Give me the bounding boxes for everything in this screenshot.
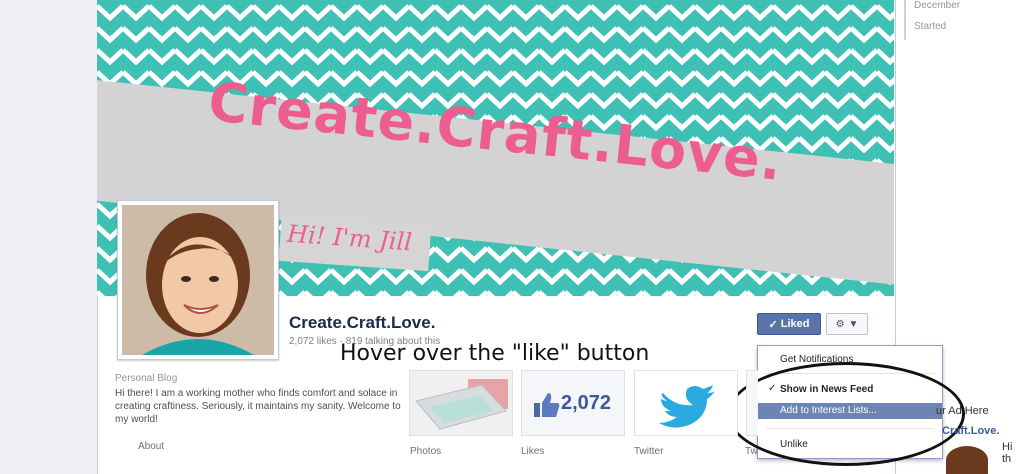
photo-thumbnail <box>410 371 512 435</box>
timeline-bar <box>904 0 906 40</box>
liked-button[interactable]: ✓ Liked <box>757 313 821 335</box>
page-category: Personal Blog <box>115 373 178 384</box>
liked-label: Liked <box>780 318 810 330</box>
annotation-caption: Hover over the "like" button <box>340 341 650 366</box>
ad-page-link[interactable]: Craft.Love. <box>942 425 999 437</box>
profile-photo <box>122 205 274 355</box>
checkmark-icon: ✓ <box>768 318 778 331</box>
photos-tile[interactable] <box>409 370 513 436</box>
thumbs-up-icon <box>534 393 560 417</box>
page-title[interactable]: Create.Craft.Love. <box>289 313 435 333</box>
likes-count: 2,072 <box>561 392 612 414</box>
ad-avatar <box>946 446 988 474</box>
about-link[interactable]: About <box>138 441 164 452</box>
ad-heading: ur Ad Here <box>936 405 989 417</box>
twitter-tile[interactable] <box>634 370 738 436</box>
chevron-down-icon: ▼ <box>848 318 859 330</box>
fourth-app-label[interactable]: Tw <box>745 446 758 457</box>
twitter-bird-icon <box>635 371 737 435</box>
fourth-app-tile[interactable] <box>746 370 758 436</box>
photos-label[interactable]: Photos <box>410 446 441 457</box>
gear-icon: ⚙ <box>835 318 845 330</box>
left-gutter <box>0 0 97 474</box>
timeline-item-december[interactable]: December <box>914 0 960 11</box>
about-text: Hi there! I am a working mother who find… <box>115 388 401 425</box>
settings-button[interactable]: ⚙ ▼ <box>826 313 868 335</box>
about-section: Personal Blog Hi there! I am a working m… <box>115 373 403 437</box>
annotation-circle <box>727 362 965 466</box>
timeline-item-started[interactable]: Started <box>914 21 946 32</box>
profile-picture[interactable] <box>117 200 279 360</box>
likes-label[interactable]: Likes <box>521 446 544 457</box>
ad-text: Hi th <box>1002 441 1013 465</box>
twitter-label[interactable]: Twitter <box>634 446 663 457</box>
avatar <box>122 205 274 355</box>
